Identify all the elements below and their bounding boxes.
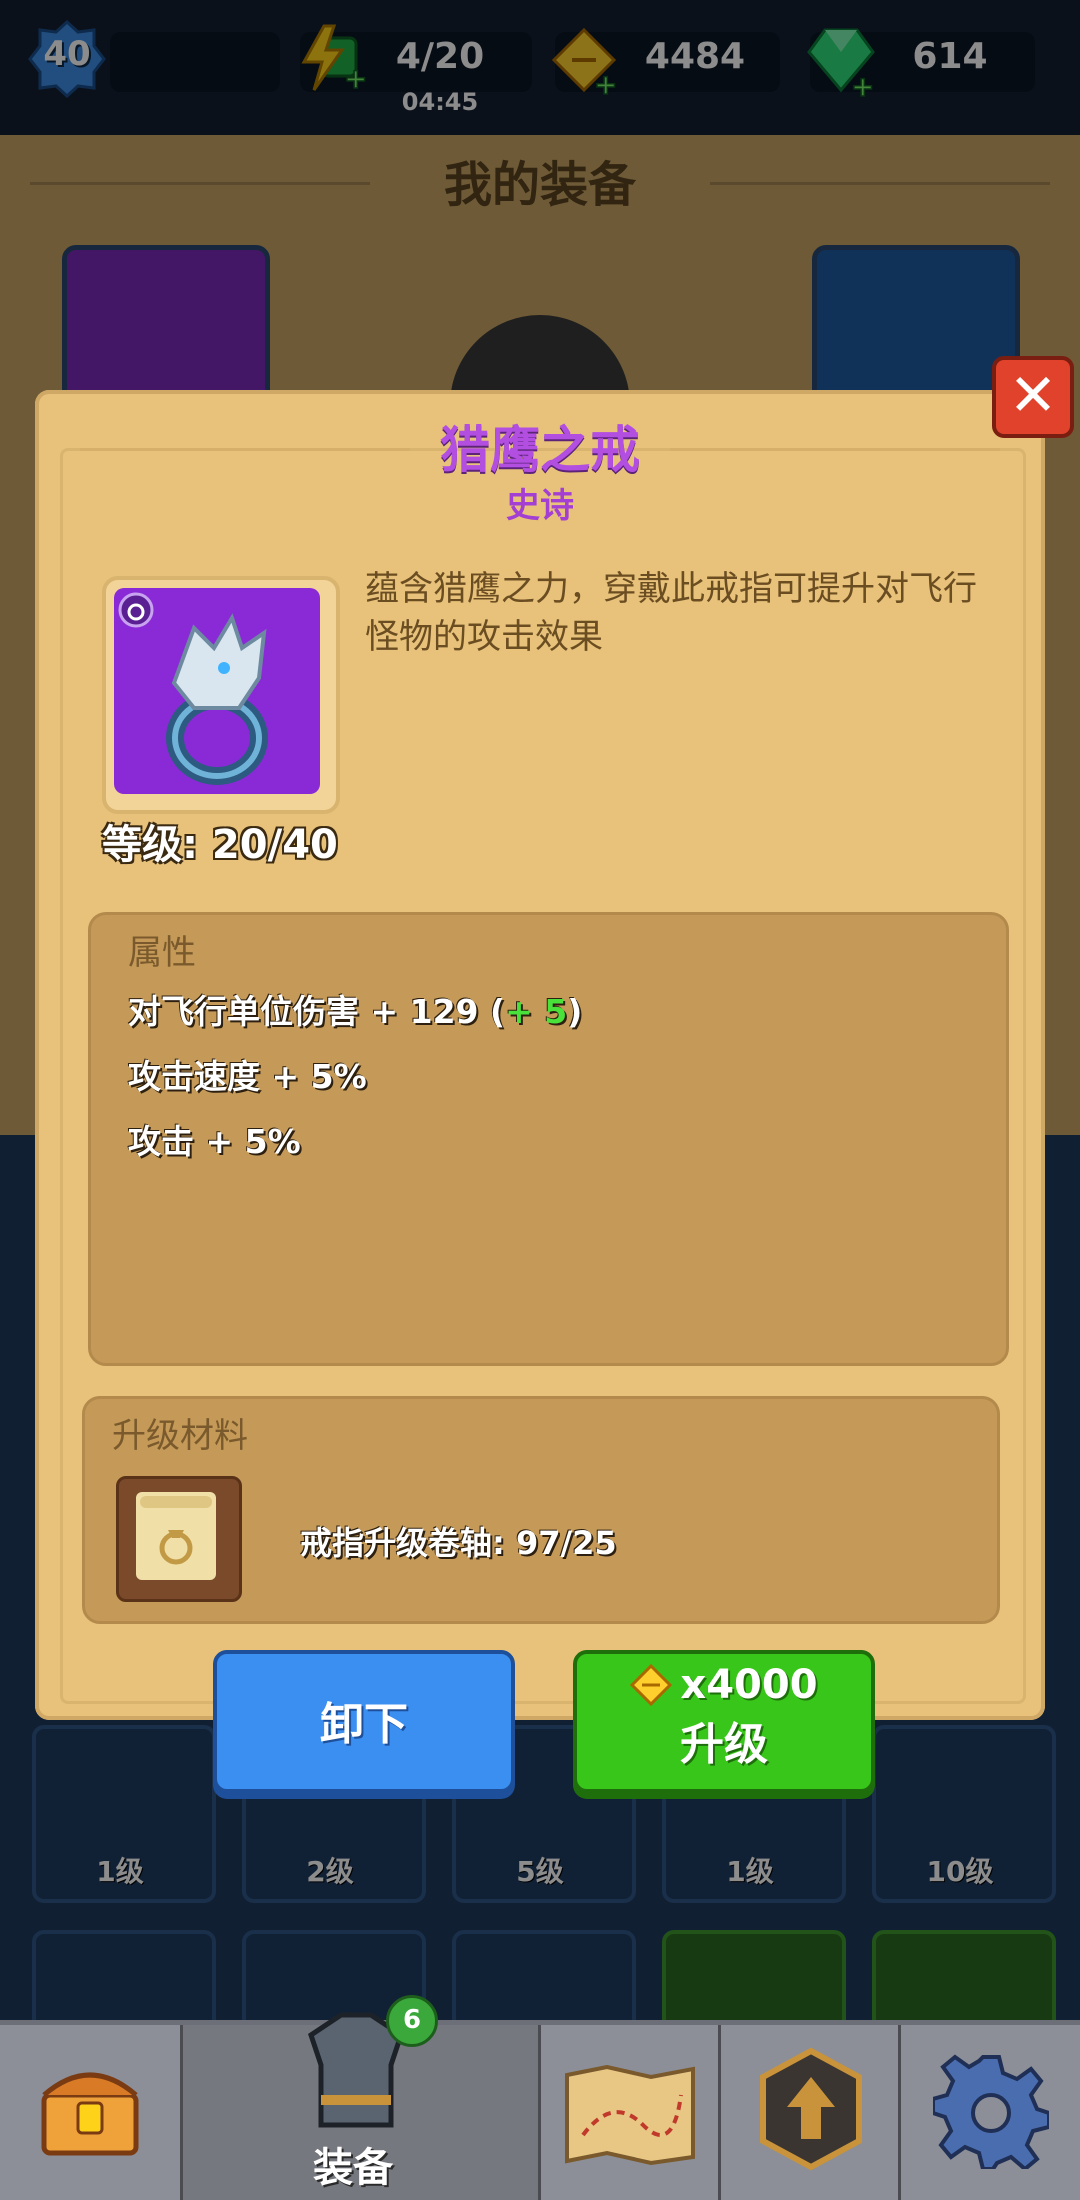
nav-equipment[interactable]: 装备 [183,2012,541,2200]
upgrade-label: 升级 [680,1719,768,1770]
ring-scroll-icon [136,1492,216,1580]
stat-label: 对飞行单位伤害 [128,992,359,1031]
item-name: 猎鹰之戒 [440,421,640,479]
upgrade-arrow-icon [760,2047,862,2171]
stat-row: 对飞行单位伤害 + 129 (+ 5) [128,985,582,1033]
nav-map[interactable] [541,2025,721,2200]
gold-coin-icon [630,1664,673,1706]
stat-bonus-close: ) [567,992,583,1031]
stat-bonus: + 5 [505,992,568,1031]
map-icon [565,2065,695,2165]
stat-row: 攻击 + 5% [128,1115,301,1163]
unequip-label: 卸下 [320,1699,408,1750]
item-description: 蕴含猎鹰之力，穿戴此戒指可提升对飞行怪物的攻击效果 [365,569,977,657]
unequip-button[interactable]: 卸下 [213,1650,515,1793]
stat-row: 攻击速度 + 5% [128,1050,367,1098]
upgrade-button[interactable]: x4000 升级 [573,1650,875,1793]
nav-equipment-label: 装备 [313,2145,393,2191]
attributes-title: 属性 [128,933,196,973]
stat-bonus-open: ( [478,992,506,1031]
stat-label: 攻击 [128,1122,194,1161]
item-rarity: 史诗 [506,486,574,526]
falcon-ring-icon [118,592,268,785]
upgrade-cost: x4000 [680,1662,818,1708]
stat-value: + 5% [271,1057,367,1096]
nav-upgrade[interactable] [721,2025,901,2200]
gear-icon [933,2054,1049,2169]
item-level: 等级: 20/40 [102,822,338,868]
stat-label: 攻击速度 [128,1057,260,1096]
stat-value: + 5% [205,1122,301,1161]
treasure-chest-icon [41,2072,139,2156]
nav-settings[interactable] [901,2025,1080,2200]
nav-shop[interactable] [0,2025,183,2200]
equipment-badge: 6 [386,1995,438,2047]
materials-title: 升级材料 [112,1416,248,1456]
stat-value: + 129 [370,992,479,1031]
material-count: 戒指升级卷轴: 97/25 [300,1524,617,1562]
